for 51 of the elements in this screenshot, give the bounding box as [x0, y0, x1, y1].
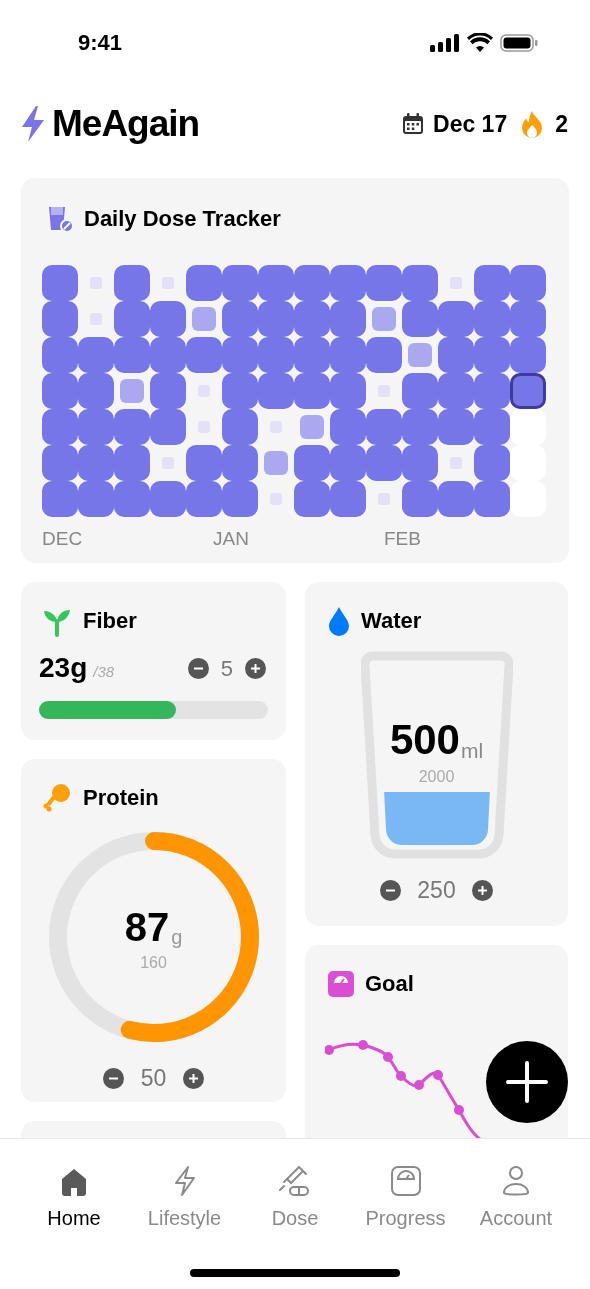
date-label: Dec 17: [433, 109, 508, 139]
battery-icon: [500, 33, 538, 52]
app-logo: MeAgain: [52, 102, 200, 147]
plus-icon: [188, 1072, 200, 1084]
water-unit: ml: [460, 740, 484, 761]
card-title: Fiber: [83, 607, 137, 635]
card-title: Protein: [83, 784, 159, 812]
card-title: Water: [361, 607, 422, 635]
lightning-bolt-icon: [20, 105, 46, 143]
fiber-goal: /38: [93, 661, 115, 682]
plus-icon: [250, 662, 261, 674]
fiber-amount: 23g: [39, 651, 88, 685]
tab[interactable]: Lifestyle: [130, 1163, 239, 1233]
person-icon: [501, 1165, 531, 1197]
tab[interactable]: Dose: [241, 1163, 349, 1233]
minus-button[interactable]: [380, 879, 402, 901]
scale-icon: [389, 1165, 422, 1197]
card-title: Daily Dose Tracker: [84, 205, 281, 233]
glass-with-pill-icon: [46, 204, 74, 233]
month-label: JAN: [213, 528, 249, 549]
step-value: 50: [140, 1064, 167, 1093]
water-goal: 2000: [418, 767, 455, 787]
streak-count: 2: [555, 109, 568, 139]
wifi-icon: [467, 33, 493, 52]
plus-button[interactable]: [245, 657, 266, 679]
plus-icon: [476, 884, 488, 896]
card-title: Goal: [365, 970, 414, 998]
status-time: 9:41: [78, 29, 123, 57]
protein-unit: g: [171, 927, 183, 947]
water-amount: 500: [389, 719, 460, 761]
drumstick-icon: [41, 781, 73, 814]
signal-icon: [430, 33, 460, 52]
calendar-icon: [401, 112, 426, 136]
home-icon: [59, 1167, 89, 1197]
plus-button[interactable]: [183, 1067, 205, 1089]
minus-button[interactable]: [102, 1067, 124, 1089]
syringe-and-pill-icon: [278, 1165, 312, 1197]
plus-icon: [506, 1061, 548, 1103]
step-value: 250: [417, 876, 456, 905]
tab[interactable]: Account: [462, 1163, 570, 1233]
scale-icon: [327, 969, 355, 998]
minus-button[interactable]: [187, 657, 209, 679]
tab[interactable]: Progress: [351, 1163, 460, 1233]
protein-amount: 87: [124, 907, 170, 947]
protein-goal: 160: [140, 953, 167, 973]
step-value: 5: [220, 654, 233, 683]
tab[interactable]: Home: [20, 1163, 128, 1233]
flame-icon: [521, 110, 544, 138]
month-label: DEC: [42, 528, 83, 549]
month-label: FEB: [384, 528, 421, 549]
plus-button[interactable]: [471, 879, 493, 901]
